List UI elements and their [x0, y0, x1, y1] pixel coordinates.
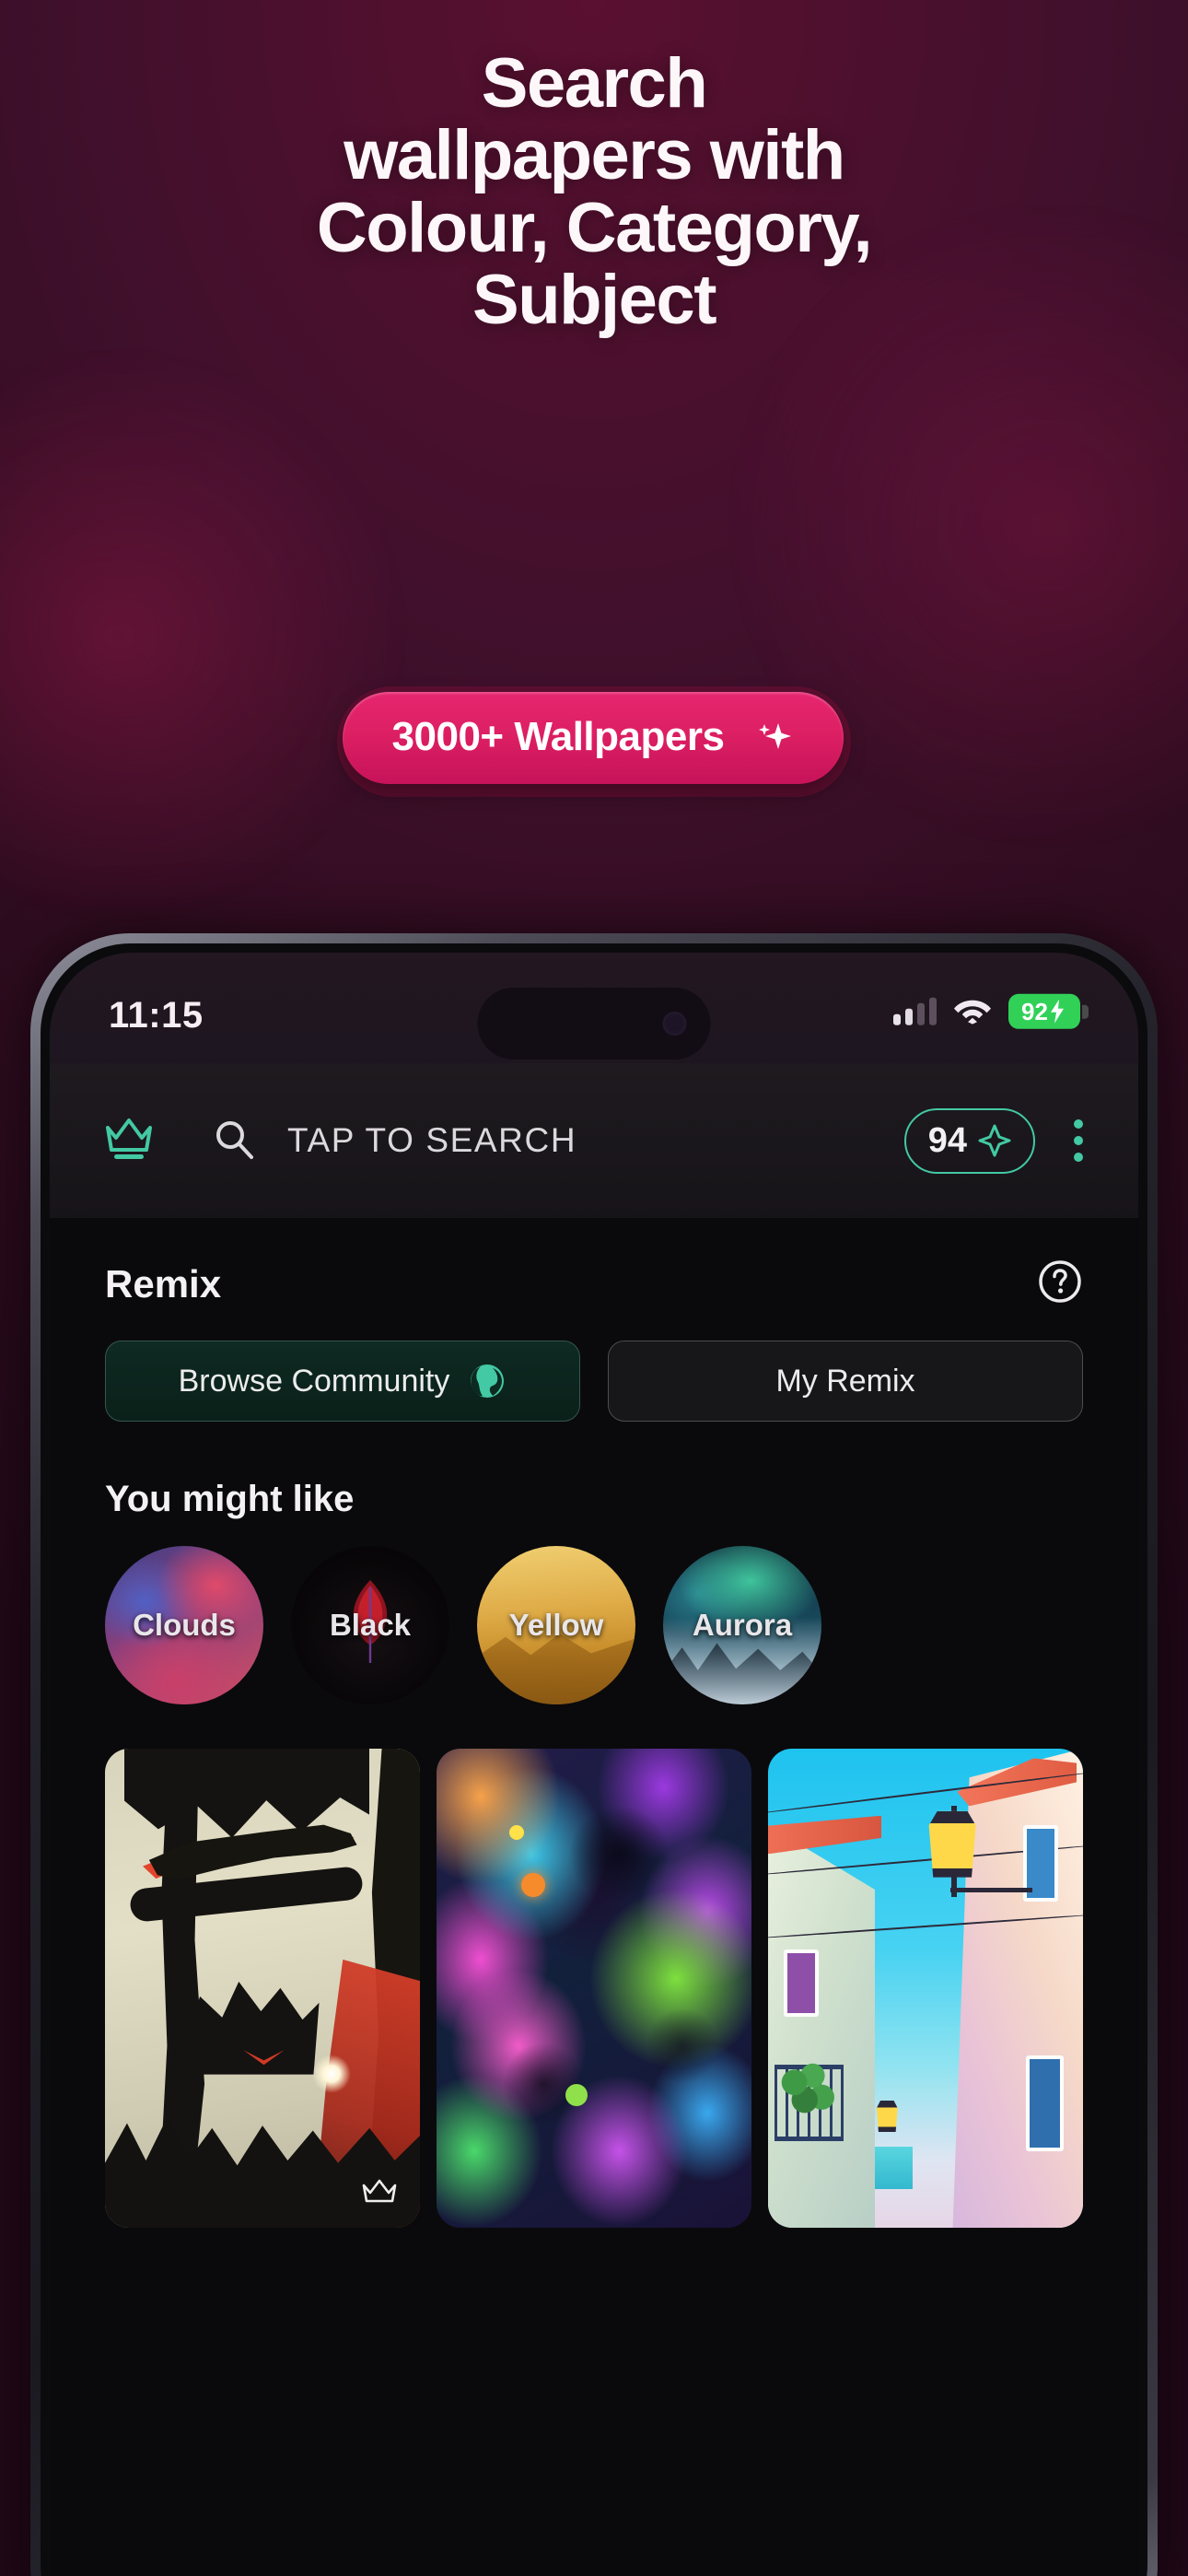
wallpaper-card-neon[interactable] [437, 1749, 751, 2228]
balcony-plant [777, 2055, 834, 2123]
suggestions-title: You might like [105, 1479, 355, 1519]
neon-swirl-overlay [437, 1749, 751, 2228]
suggestion-label: Black [329, 1608, 412, 1642]
app-content: Remix Browse Community My Remix You migh… [50, 1218, 1138, 2576]
suggestion-chip-clouds[interactable]: Clouds [105, 1546, 263, 1704]
cellular-signal-icon [893, 997, 937, 1025]
credits-badge[interactable]: 94 [903, 1107, 1035, 1174]
street-lamp-icon [928, 1810, 976, 1878]
battery-indicator: 92 [1008, 993, 1089, 1029]
my-remix-label: My Remix [775, 1363, 915, 1399]
wallpaper-count-badge[interactable]: 3000+ Wallpapers [342, 692, 844, 784]
suggestion-chip-aurora[interactable]: Aurora [663, 1546, 821, 1704]
badge-pill-container: 3000+ Wallpapers [0, 686, 1188, 797]
badge-pill-shadow: 3000+ Wallpapers [336, 686, 852, 797]
battery-percent: 92 [1021, 997, 1048, 1025]
sparkles-icon [751, 716, 794, 758]
browse-community-button[interactable]: Browse Community [105, 1341, 580, 1422]
dynamic-island [477, 988, 711, 1060]
credits-value: 94 [927, 1120, 967, 1160]
headline-line-3: Colour, Category, [316, 188, 873, 267]
suggestion-chip-black[interactable]: Black [291, 1546, 449, 1704]
phone-mockup: 11:15 92 TAP TO SEARCH 94 Remix Browse C… [30, 933, 1158, 2576]
wifi-icon [953, 994, 992, 1028]
status-indicators: 92 [893, 993, 1089, 1029]
street-lamp-arm [950, 1887, 1033, 1892]
diamond-icon [978, 1124, 1011, 1157]
browse-community-label: Browse Community [178, 1363, 450, 1399]
window [784, 1950, 819, 2018]
search-icon[interactable] [212, 1117, 256, 1165]
window [1026, 2055, 1065, 2151]
charging-bolt-icon [1050, 999, 1064, 1024]
wallpaper-grid [105, 1749, 1083, 2228]
phone-screen: 11:15 92 TAP TO SEARCH 94 Remix Browse C… [50, 953, 1138, 2576]
crown-icon[interactable] [103, 1115, 155, 1167]
headline-line-2: wallpapers with [344, 116, 845, 195]
suggestion-label: Aurora [692, 1608, 793, 1642]
my-remix-button[interactable]: My Remix [608, 1341, 1083, 1422]
building-left [768, 1825, 876, 2228]
street-lamp-secondary-icon [876, 2101, 898, 2132]
remix-title: Remix [105, 1261, 222, 1306]
badge-label: 3000+ Wallpapers [391, 714, 725, 759]
suggestion-chip-yellow[interactable]: Yellow [477, 1546, 635, 1704]
promo-headline: Search wallpapers with Colour, Category,… [0, 44, 1188, 339]
suggestion-chips: Clouds Black Yellow Aurora [105, 1546, 1083, 1704]
crown-icon [361, 2177, 398, 2211]
battery-tip [1082, 1004, 1089, 1019]
firefly-glow [311, 2055, 351, 2094]
more-vertical-icon[interactable] [1063, 1112, 1094, 1169]
remix-tabs: Browse Community My Remix [105, 1341, 1083, 1422]
wallpaper-card-forest[interactable] [105, 1749, 420, 2228]
globe-icon [471, 1364, 505, 1398]
battery-body: 92 [1008, 993, 1080, 1029]
help-circle-icon[interactable] [1037, 1259, 1083, 1309]
status-bar: 11:15 92 [50, 953, 1138, 1063]
headline-line-1: Search [481, 44, 708, 123]
phone-bezel: 11:15 92 TAP TO SEARCH 94 Remix Browse C… [41, 943, 1147, 2576]
remix-section-header: Remix [105, 1218, 1083, 1309]
headline-line-4: Subject [472, 260, 717, 339]
background-glow-left [0, 350, 405, 921]
status-time: 11:15 [109, 994, 204, 1036]
wallpaper-card-street[interactable] [768, 1749, 1083, 2228]
app-header: TAP TO SEARCH 94 [50, 1063, 1138, 1218]
neon-dot-yellow [508, 1825, 524, 1841]
suggestion-label: Yellow [508, 1608, 604, 1642]
front-camera-icon [662, 1012, 687, 1036]
search-input[interactable]: TAP TO SEARCH [287, 1121, 904, 1160]
suggestion-label: Clouds [133, 1608, 236, 1642]
